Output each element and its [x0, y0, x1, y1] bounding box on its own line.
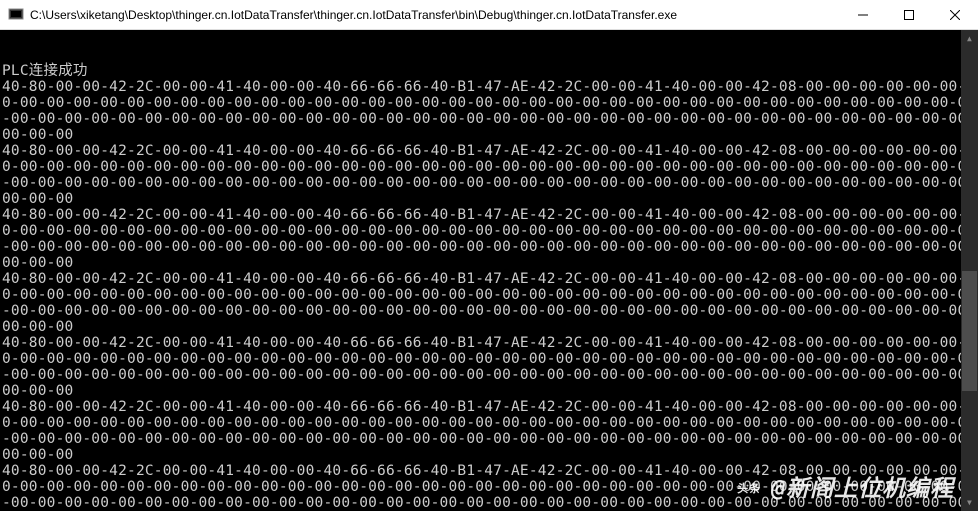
maximize-button[interactable]	[886, 0, 932, 29]
scrollbar-thumb[interactable]	[962, 271, 977, 391]
minimize-button[interactable]	[840, 0, 886, 29]
window-controls	[840, 0, 978, 29]
app-icon	[8, 7, 24, 23]
window-title: C:\Users\xiketang\Desktop\thinger.cn.Iot…	[30, 8, 840, 22]
console-text: PLC连接成功 40-80-00-00-42-2C-00-00-41-40-00…	[2, 63, 976, 511]
close-button[interactable]	[932, 0, 978, 29]
scroll-down-arrow[interactable]: ▼	[961, 494, 978, 511]
window-titlebar: C:\Users\xiketang\Desktop\thinger.cn.Iot…	[0, 0, 978, 30]
scroll-up-arrow[interactable]: ▲	[961, 30, 978, 47]
console-output: PLC连接成功 40-80-00-00-42-2C-00-00-41-40-00…	[0, 30, 978, 511]
vertical-scrollbar[interactable]: ▲ ▼	[961, 30, 978, 511]
scrollbar-track[interactable]	[961, 47, 978, 494]
